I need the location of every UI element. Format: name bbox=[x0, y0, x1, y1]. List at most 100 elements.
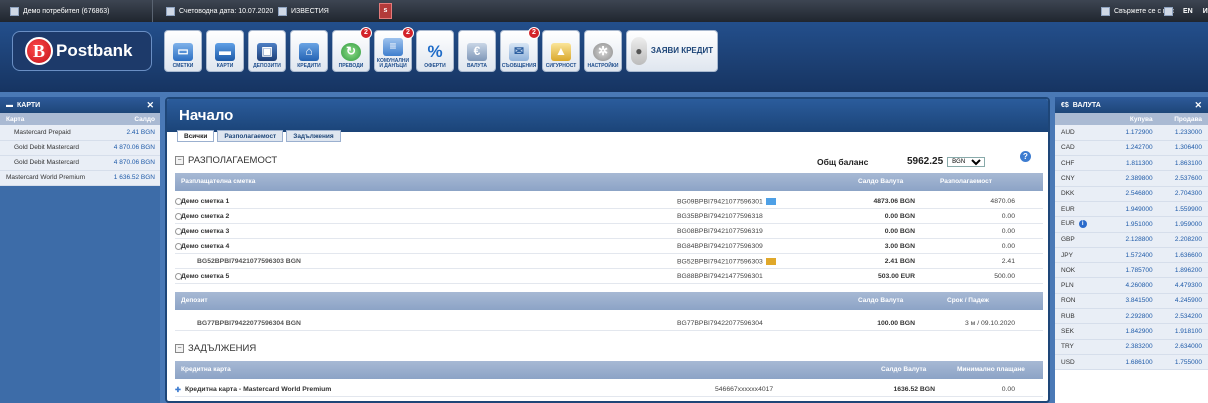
deposit-iban: BG77BPBI79422077596304 bbox=[677, 320, 763, 327]
card-name[interactable]: Mastercard World Premium bbox=[0, 170, 94, 186]
table-row[interactable]: Демо сметка 1 BG09BPBI79421077596301 4873.… bbox=[175, 195, 1043, 209]
fx-buy: 1.242700 bbox=[1110, 140, 1159, 157]
table-row[interactable]: ✚ Кредитна карта - Mastercard World Premi… bbox=[175, 383, 1043, 397]
table-row[interactable]: BG77BPBI79422077596304 BGN BG77BPBI794220… bbox=[175, 317, 1043, 331]
lock-icon: ▲ bbox=[551, 42, 571, 61]
card-name[interactable]: Mastercard Prepaid bbox=[0, 125, 94, 141]
nav-messages[interactable]: ✉ СЪОБЩЕНИЯ 2 bbox=[500, 27, 540, 72]
fx-buy: 1.951000 bbox=[1110, 216, 1159, 233]
account-name[interactable]: Демо сметка 5 bbox=[181, 273, 229, 280]
fx-sell: 2.534200 bbox=[1158, 308, 1208, 325]
table-row[interactable]: Gold Debit Mastercard 4 870.06 BGN bbox=[0, 155, 160, 171]
fx-currency: EUR bbox=[1061, 220, 1075, 228]
collapse-icon[interactable]: − bbox=[175, 344, 184, 353]
house-icon: ⌂ bbox=[299, 42, 319, 61]
table-row[interactable]: Gold Debit Mastercard 4 870.06 BGN bbox=[0, 140, 160, 156]
collapse-icon[interactable]: − bbox=[175, 156, 184, 165]
apply-credit-button[interactable]: ● ЗАЯВИ КРЕДИТ bbox=[626, 30, 718, 72]
account-name[interactable]: Демо сметка 4 bbox=[181, 243, 229, 250]
bills-badge: 2 bbox=[402, 27, 414, 39]
nav-settings[interactable]: ✲ НАСТРОЙКИ bbox=[584, 30, 622, 72]
account-available: 0.00 bbox=[1001, 228, 1015, 235]
deposit-name[interactable]: BG77BPBI79422077596304 BGN bbox=[197, 320, 301, 327]
credit-card-name[interactable]: Кредитна карта - Mastercard World Premiu… bbox=[185, 386, 331, 393]
fx-sell: 4.479300 bbox=[1158, 277, 1208, 294]
postbank-logo[interactable]: B Postbank bbox=[12, 31, 152, 71]
credit-card-number: 546667xxxxxx4017 bbox=[715, 386, 774, 393]
nav-security[interactable]: ▲ СИГУРНОСТ bbox=[542, 30, 580, 72]
user-info[interactable]: Демо потребител (676863) bbox=[4, 0, 116, 22]
table-row[interactable]: Демо сметка 3 BG08BPBI79421077596319 0.00 … bbox=[175, 225, 1043, 239]
fx-buy: 2.389800 bbox=[1110, 170, 1159, 187]
tab-liabilities[interactable]: Задължения bbox=[286, 130, 341, 142]
table-row: CNY 2.389800 2.537600 bbox=[1055, 170, 1208, 187]
table-row[interactable]: Mastercard World Premium 1 636.52 BGN bbox=[0, 170, 160, 186]
language-switch[interactable]: EN И bbox=[1158, 0, 1208, 22]
col-account: Разплащателна сметка bbox=[181, 178, 256, 185]
phone-icon bbox=[1101, 6, 1110, 16]
person-icon: ● bbox=[630, 37, 647, 65]
news-icon bbox=[278, 6, 287, 16]
transfers-badge: 2 bbox=[360, 27, 372, 39]
account-name[interactable]: Демо сметка 1 bbox=[181, 198, 229, 205]
nav-transfers[interactable]: ↻ ПРЕВОДИ 2 bbox=[332, 27, 372, 72]
news-link[interactable]: ИЗВЕСТИЯ bbox=[272, 0, 335, 22]
table-row: DKK 2.546800 2.704300 bbox=[1055, 186, 1208, 202]
close-icon[interactable]: ✕ bbox=[1194, 100, 1202, 111]
fx-sell: 1.959000 bbox=[1158, 216, 1208, 233]
nav-bills-taxes[interactable]: ≡ КОМУНАЛНИ И ДАНЪЦИ 2 bbox=[374, 27, 414, 72]
account-name[interactable]: Демо сметка 3 bbox=[181, 228, 229, 235]
col-currency bbox=[1055, 113, 1111, 125]
nav-accounts[interactable]: ▭ СМЕТКИ bbox=[164, 30, 202, 72]
fx-sell: 2.634000 bbox=[1158, 339, 1208, 355]
close-icon[interactable]: ✕ bbox=[146, 100, 154, 111]
table-row[interactable]: Демо сметка 4 BG84BPBI79421077596309 3.00 … bbox=[175, 240, 1043, 254]
table-row[interactable]: Mastercard Prepaid 2.41 BGN bbox=[0, 125, 160, 141]
table-row[interactable]: BG52BPBI79421077596303 BGN BG52BPBI794210… bbox=[175, 255, 1043, 269]
fx-buy: 2.292800 bbox=[1110, 308, 1159, 325]
currency-select[interactable]: BGN bbox=[947, 156, 986, 167]
info-icon[interactable]: i bbox=[1078, 220, 1087, 229]
table-row: RON 3.841500 4.245900 bbox=[1055, 293, 1208, 310]
card-name[interactable]: Gold Debit Mastercard bbox=[0, 155, 94, 171]
tab-availability[interactable]: Разполагаемост bbox=[217, 130, 284, 142]
fx-sell: 4.245900 bbox=[1158, 293, 1208, 310]
account-balance: 3.00 BGN bbox=[884, 243, 915, 250]
nav-loans[interactable]: ⌂ КРЕДИТИ bbox=[290, 30, 328, 72]
availability-section-toggle[interactable]: − РАЗПОЛАГАЕМОСТ bbox=[175, 155, 277, 166]
nav-label: СЪОБЩЕНИЯ bbox=[501, 62, 537, 69]
account-iban: BG35BPBI79421077596318 bbox=[677, 213, 763, 220]
liabilities-section-toggle[interactable]: − ЗАДЪЛЖЕНИЯ bbox=[175, 343, 256, 354]
fx-currency: CNY bbox=[1055, 170, 1111, 187]
credit-card-balance: 1636.52 BGN bbox=[893, 386, 935, 393]
table-row: SEK 1.842900 1.918100 bbox=[1055, 323, 1208, 340]
expand-icon[interactable]: ✚ bbox=[175, 386, 181, 394]
card-icon bbox=[765, 258, 776, 265]
fx-currency: RUB bbox=[1055, 308, 1111, 325]
fx-sell: 1.918100 bbox=[1158, 323, 1208, 340]
nav-cards[interactable]: ▬ КАРТИ bbox=[206, 30, 244, 72]
account-name[interactable]: Демо сметка 2 bbox=[181, 213, 229, 220]
fx-buy: 3.841500 bbox=[1110, 293, 1159, 310]
deposit-term: 3 м / 09.10.2020 bbox=[964, 320, 1015, 327]
nav-currency[interactable]: € ВАЛУТА bbox=[458, 30, 496, 72]
table-row[interactable]: Демо сметка 5 BG88BPBI79421477596301 503.0… bbox=[175, 270, 1043, 284]
safe-icon: ▣ bbox=[257, 42, 277, 61]
account-available: 500.00 bbox=[994, 273, 1015, 280]
card-name[interactable]: Gold Debit Mastercard bbox=[0, 140, 94, 156]
alert-badge[interactable]: s bbox=[379, 3, 392, 19]
nav-label: НАСТРОЙКИ bbox=[587, 62, 619, 69]
page-title: Начало bbox=[167, 99, 1048, 132]
nav-deposits[interactable]: ▣ ДЕПОЗИТИ bbox=[248, 30, 286, 72]
account-balance: 2.41 BGN bbox=[884, 258, 915, 265]
fx-currency: NOK bbox=[1055, 262, 1111, 279]
account-iban: BG09BPBI79421077596301 bbox=[677, 198, 776, 205]
language-label-2: И bbox=[1202, 7, 1208, 15]
tab-all[interactable]: Всички bbox=[177, 130, 215, 142]
account-name[interactable]: BG52BPBI79421077596303 BGN bbox=[197, 258, 301, 265]
help-icon[interactable]: ? bbox=[1020, 151, 1031, 162]
date-label: Счетоводна дата: 10.07.2020 bbox=[179, 7, 274, 15]
table-row[interactable]: Демо сметка 2 BG35BPBI79421077596318 0.00 … bbox=[175, 210, 1043, 224]
deposit-balance: 100.00 BGN bbox=[877, 320, 915, 327]
nav-offers[interactable]: % ОФЕРТИ bbox=[416, 30, 454, 72]
